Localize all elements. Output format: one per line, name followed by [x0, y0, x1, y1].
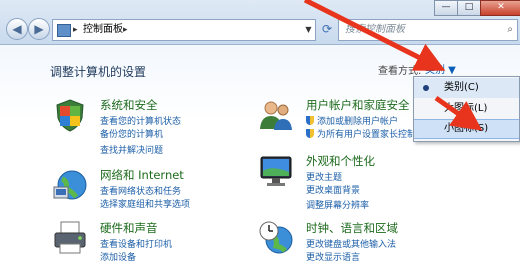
link-homegroup[interactable]: 选择家庭组和共享选项 — [100, 197, 190, 210]
category-title[interactable]: 外观和个性化 — [306, 153, 375, 169]
clock-globe-icon[interactable] — [258, 220, 294, 256]
menu-item-small-icons[interactable]: 小图标(S) — [414, 119, 519, 139]
search-icon[interactable]: ⌕ — [507, 20, 513, 40]
category-title[interactable]: 时钟、语言和区域 — [306, 220, 398, 236]
display-icon[interactable] — [258, 153, 294, 189]
maximize-button[interactable]: □ — [457, 0, 481, 16]
menu-item-category[interactable]: 类别(C) — [414, 78, 519, 98]
uac-shield-icon — [306, 116, 314, 125]
link-devices-printers[interactable]: 查看设备和打印机 — [100, 237, 172, 250]
menu-item-large-icons[interactable]: 大图标(L) — [414, 99, 519, 119]
link-add-device[interactable]: 添加设备 — [100, 250, 136, 263]
page-title: 调整计算机的设置 — [50, 65, 147, 79]
control-panel-icon — [57, 24, 71, 37]
search-placeholder: 搜索控制面板 — [345, 24, 405, 35]
minimize-button[interactable]: — — [434, 0, 458, 16]
link-view-status[interactable]: 查看您的计算机状态 — [100, 114, 181, 127]
link-network-status[interactable]: 查看网络状态和任务 — [100, 184, 181, 197]
network-globe-icon[interactable] — [52, 167, 88, 203]
link-change-theme[interactable]: 更改主题 — [306, 170, 342, 183]
forward-button[interactable]: ▶ — [28, 18, 50, 40]
view-by-dropdown[interactable]: 类别 ▼ — [425, 61, 456, 76]
refresh-icon[interactable]: ⟳ — [318, 19, 336, 39]
users-icon[interactable] — [258, 97, 294, 133]
chevron-right-icon: ▸ — [73, 25, 78, 35]
link-keyboard-input[interactable]: 更改键盘或其他输入法 — [306, 237, 396, 250]
link-desktop-background[interactable]: 更改桌面背景 — [306, 183, 360, 196]
view-by-menu: 类别(C) 大图标(L) 小图标(S) — [413, 76, 520, 142]
category-title[interactable]: 用户帐户和家庭安全 — [306, 97, 410, 113]
back-button[interactable]: ◀ — [6, 18, 28, 40]
link-troubleshoot[interactable]: 查找并解决问题 — [100, 143, 163, 156]
chevron-right-icon[interactable]: ▸ — [123, 20, 128, 40]
address-toolbar: ◀ ▶ ▸ 控制面板 ▸ ▼ ⟳ 搜索控制面板 ⌕ — □ ✕ — [0, 0, 520, 45]
link-add-remove-users[interactable]: 添加或删除用户帐户 — [306, 114, 398, 127]
search-input[interactable]: 搜索控制面板 ⌕ — [338, 19, 518, 41]
category-title[interactable]: 硬件和声音 — [100, 220, 158, 236]
address-bar[interactable]: ▸ 控制面板 ▸ — [52, 19, 304, 41]
shield-flag-icon[interactable] — [52, 97, 88, 133]
link-parental-controls[interactable]: 为所有用户设置家长控制 — [306, 127, 416, 140]
breadcrumb-control-panel[interactable]: 控制面板 — [83, 20, 123, 40]
address-history-dropdown[interactable]: ▼ — [302, 19, 316, 41]
link-backup[interactable]: 备份您的计算机 — [100, 127, 163, 140]
close-button[interactable]: ✕ — [480, 0, 520, 16]
printer-icon[interactable] — [52, 220, 88, 256]
link-display-language[interactable]: 更改显示语言 — [306, 250, 360, 263]
link-screen-resolution[interactable]: 调整屏幕分辨率 — [306, 198, 369, 211]
view-by-label: 查看方式: — [378, 66, 422, 77]
radio-selected-icon — [423, 85, 429, 91]
uac-shield-icon — [306, 129, 314, 138]
category-title[interactable]: 网络和 Internet — [100, 167, 184, 183]
category-title[interactable]: 系统和安全 — [100, 97, 158, 113]
